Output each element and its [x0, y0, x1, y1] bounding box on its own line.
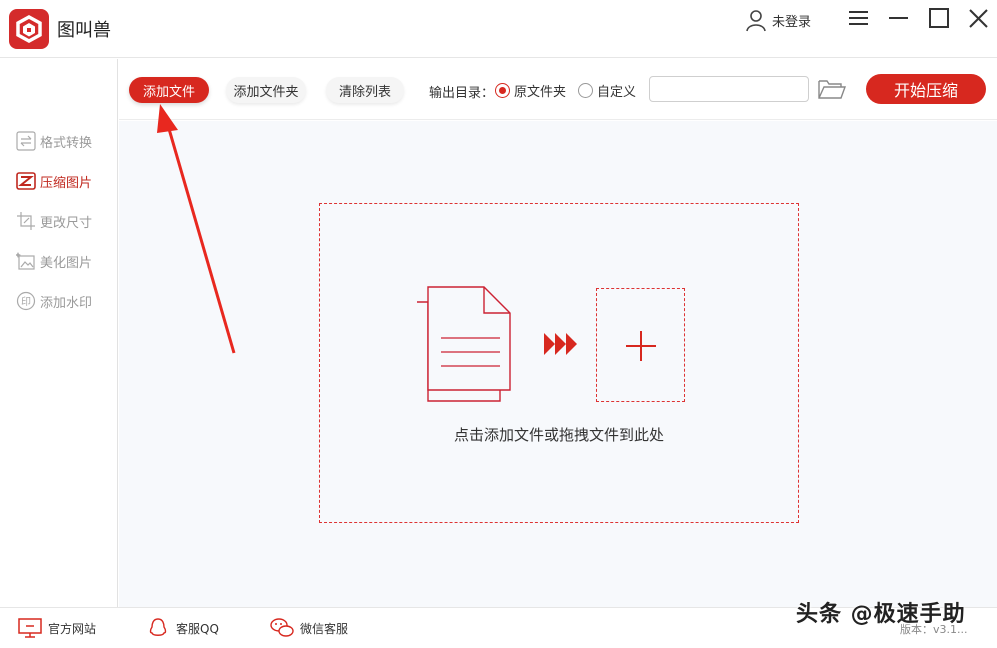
official-website-label: 官方网站 [48, 621, 97, 636]
sidebar-item-compress[interactable]: 压缩图片 [16, 169, 92, 193]
sidebar-item-format-convert[interactable]: 格式转换 [16, 129, 92, 153]
radio-selected-indicator [495, 83, 510, 98]
close-button[interactable] [966, 6, 992, 32]
drop-zone[interactable]: 点击添加文件或拖拽文件到此处 [319, 203, 799, 523]
sidebar-item-label: 格式转换 [40, 135, 93, 151]
sidebar-item-beautify[interactable]: 美化图片 [16, 249, 92, 273]
sidebar-item-label: 压缩图片 [40, 175, 93, 191]
service-wechat-link[interactable]: 微信客服 [270, 617, 348, 639]
radio-unselected-indicator [578, 83, 593, 98]
maximize-button[interactable] [926, 6, 952, 32]
wechat-icon [270, 618, 294, 637]
annotation-arrow [157, 104, 236, 354]
toolbar: 添加文件 添加文件夹 清除列表 输出目录： 原文件夹 自定义 开始压缩 [119, 59, 997, 120]
browse-folder-button[interactable] [817, 77, 847, 101]
magic-image-icon [16, 252, 35, 270]
app-logo [9, 9, 49, 49]
add-target-box[interactable] [596, 288, 685, 402]
monitor-icon [18, 618, 42, 638]
app-title: 图叫兽 [57, 20, 111, 41]
crop-icon [17, 212, 35, 230]
service-qq-link[interactable]: 客服QQ [146, 617, 219, 639]
login-button[interactable]: 未登录 [744, 8, 811, 32]
swap-icon [16, 131, 36, 151]
document-icon [417, 286, 511, 402]
official-website-link[interactable]: 官方网站 [18, 617, 96, 639]
clear-list-button[interactable]: 清除列表 [326, 77, 404, 103]
hamburger-icon [849, 11, 868, 25]
plus-icon [626, 331, 656, 361]
maximize-icon [929, 8, 949, 28]
service-qq-label: 客服QQ [176, 621, 219, 636]
watermark: 头条 @极速手助 [796, 602, 966, 627]
stamp-icon: 印 [16, 291, 36, 311]
output-path-input[interactable] [649, 76, 809, 102]
minimize-icon [889, 17, 908, 19]
close-icon [969, 9, 988, 28]
user-icon [746, 10, 766, 32]
main-area: 点击添加文件或拖拽文件到此处 [119, 121, 997, 607]
svg-text:印: 印 [21, 296, 31, 308]
title-bar: 图叫兽 未登录 [0, 0, 997, 58]
login-label: 未登录 [772, 14, 812, 30]
service-wechat-label: 微信客服 [300, 621, 349, 636]
start-compress-button[interactable]: 开始压缩 [866, 74, 986, 104]
sidebar: 格式转换 压缩图片 更改尺寸 美化图片 印 添加水印 [0, 59, 118, 607]
minimize-button[interactable] [886, 6, 912, 32]
compress-icon [16, 172, 36, 190]
sidebar-item-watermark[interactable]: 印 添加水印 [16, 289, 92, 313]
sidebar-item-label: 添加水印 [40, 295, 93, 311]
radio-original-label: 原文件夹 [514, 85, 567, 100]
sidebar-item-label: 更改尺寸 [40, 215, 93, 231]
triple-arrow-icon [544, 333, 577, 355]
radio-original-folder[interactable]: 原文件夹 [495, 81, 566, 100]
drop-hint-text: 点击添加文件或拖拽文件到此处 [453, 426, 664, 444]
sidebar-item-resize[interactable]: 更改尺寸 [16, 209, 92, 233]
folder-open-icon [818, 80, 846, 99]
radio-custom-label: 自定义 [597, 85, 637, 100]
qq-icon [149, 618, 167, 636]
menu-button[interactable] [846, 6, 872, 32]
output-dir-label: 输出目录： [429, 86, 495, 101]
radio-custom-folder[interactable]: 自定义 [578, 81, 636, 100]
sidebar-item-label: 美化图片 [40, 255, 93, 271]
